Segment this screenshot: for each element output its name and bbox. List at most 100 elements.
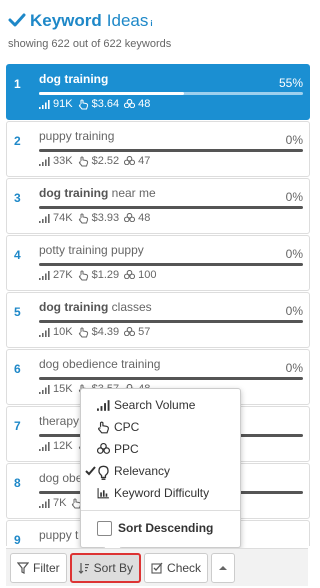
keyword-text: puppy training [39, 129, 114, 143]
check-icon [8, 13, 26, 27]
title-keyword: Keyword [30, 11, 102, 30]
cubes-icon [124, 269, 136, 280]
sort-option-label: CPC [114, 420, 140, 434]
ppc-value: 48 [138, 98, 151, 110]
sort-option-relevancy[interactable]: Relevancy [81, 460, 240, 482]
keyword-rank: 5 [14, 305, 21, 319]
signal-bars-icon [39, 156, 50, 166]
keyword-rest: puppy t [39, 528, 79, 542]
keyword-row[interactable]: 2 puppy training 0% 33K $2.52 47 [6, 121, 310, 177]
check-button[interactable]: Check [144, 552, 209, 583]
signal-bars-icon [39, 384, 50, 394]
keyword-rest: potty training puppy [39, 243, 144, 257]
search-volume: 15K [53, 383, 73, 395]
hand-pointer-icon [78, 99, 89, 110]
keyword-match: dog training [39, 300, 109, 314]
cubes-icon [124, 98, 136, 109]
relevancy-percent: 0% [285, 304, 303, 318]
keyword-row[interactable]: 3 dog training near me 0% 74K $3.93 48 [6, 178, 310, 234]
relevancy-percent: 0% [285, 247, 303, 261]
hand-pointer-icon [78, 156, 89, 167]
results-count: showing 622 out of 622 keywords [8, 38, 172, 50]
checkbox-check-icon [151, 562, 163, 574]
info-icon[interactable]: i [150, 19, 152, 28]
keyword-row[interactable]: 4 potty training puppy 0% 27K $1.29 100 [6, 235, 310, 291]
relevancy-percent: 0% [285, 190, 303, 204]
keyword-row[interactable]: 1 dog training 55% 91K $3.64 48 [6, 64, 310, 120]
sort-descending-label: Sort Descending [118, 521, 214, 535]
ppc-value: 47 [138, 155, 151, 167]
ppc-value: 57 [138, 326, 151, 338]
sort-menu: Search Volume CPC PPC Relevancy Keyword Diff… [80, 388, 241, 548]
sort-option-cpc[interactable]: CPC [81, 416, 240, 438]
keyword-match: dog training [39, 186, 109, 200]
relevancy-bar [39, 149, 303, 152]
keyword-stats: 10K $4.39 57 [39, 326, 150, 338]
filter-icon [17, 561, 29, 574]
relevancy-bar-fill [39, 92, 185, 95]
relevancy-bar [39, 377, 303, 380]
hand-pointer-icon [78, 213, 89, 224]
keyword-rank: 3 [14, 191, 21, 205]
ppc-value: 100 [138, 269, 157, 281]
keyword-text: puppy t [39, 528, 78, 542]
more-button[interactable] [211, 552, 236, 583]
cubes-icon [124, 212, 136, 223]
search-volume: 12K [53, 440, 73, 452]
relevancy-bar [39, 320, 303, 323]
keyword-match: dog training [39, 72, 109, 86]
keyword-text: dog training classes [39, 300, 152, 314]
keyword-row[interactable]: 5 dog training classes 0% 10K $4.39 57 [6, 292, 310, 348]
hand-pointer-icon [78, 270, 89, 281]
signal-bars-icon [39, 213, 50, 223]
keyword-stats: 27K $1.29 100 [39, 269, 156, 281]
menu-divider [81, 510, 240, 511]
cpc-value: $3.64 [91, 98, 120, 110]
keyword-text: dog training [39, 72, 108, 86]
cpc-value: $2.52 [91, 155, 120, 167]
cpc-value: $1.29 [91, 269, 120, 281]
header: Keyword Ideas i showing 622 out of 622 k… [0, 0, 315, 62]
relevancy-percent: 0% [285, 361, 303, 375]
cpc-value: $4.39 [91, 326, 120, 338]
title-ideas: Ideas [106, 11, 149, 30]
keyword-stats: 33K $2.52 47 [39, 155, 150, 167]
sort-option-label: Search Volume [114, 398, 196, 412]
title-row: Keyword Ideas i [8, 10, 307, 34]
keyword-text: therapy [39, 414, 79, 428]
keyword-rest: therapy [39, 414, 80, 428]
search-volume: 33K [53, 155, 73, 167]
hand-pointer-icon [97, 421, 110, 434]
keyword-stats: 74K $3.93 48 [39, 212, 150, 224]
sort-descending-option[interactable]: Sort Descending [81, 517, 240, 539]
check-label: Check [167, 560, 202, 575]
relevancy-bar [39, 206, 303, 209]
search-volume: 27K [53, 269, 73, 281]
sort-option-ppc[interactable]: PPC [81, 438, 240, 460]
sort-option-search-volume[interactable]: Search Volume [81, 394, 240, 416]
search-volume: 7K [53, 497, 67, 509]
sort-option-label: Keyword Difficulty [114, 486, 210, 500]
sort-by-button[interactable]: Sort By [69, 552, 142, 583]
signal-bars-icon [39, 327, 50, 337]
keyword-rest: dog obe [39, 471, 83, 485]
sort-descending-checkbox[interactable] [97, 520, 112, 536]
keyword-rank: 2 [14, 134, 21, 148]
keyword-rest: puppy training [39, 129, 115, 143]
checkmark-icon [85, 466, 96, 476]
sort-option-keyword-difficulty[interactable]: Keyword Difficulty [81, 482, 240, 504]
bottom-toolbar: Filter Sort By Check [6, 548, 308, 586]
keyword-rank: 4 [14, 248, 21, 262]
cubes-icon [124, 326, 136, 337]
keyword-rank: 9 [14, 533, 21, 546]
signal-bars-icon [39, 270, 50, 280]
sort-icon [78, 562, 89, 574]
cubes-icon [96, 443, 111, 455]
ppc-value: 48 [138, 212, 151, 224]
bar-chart-icon [97, 487, 110, 499]
signal-bars-icon [39, 498, 50, 508]
relevancy-percent: 0% [285, 133, 303, 147]
filter-button[interactable]: Filter [10, 552, 67, 583]
search-volume: 10K [53, 326, 73, 338]
cpc-value: $3.93 [91, 212, 120, 224]
